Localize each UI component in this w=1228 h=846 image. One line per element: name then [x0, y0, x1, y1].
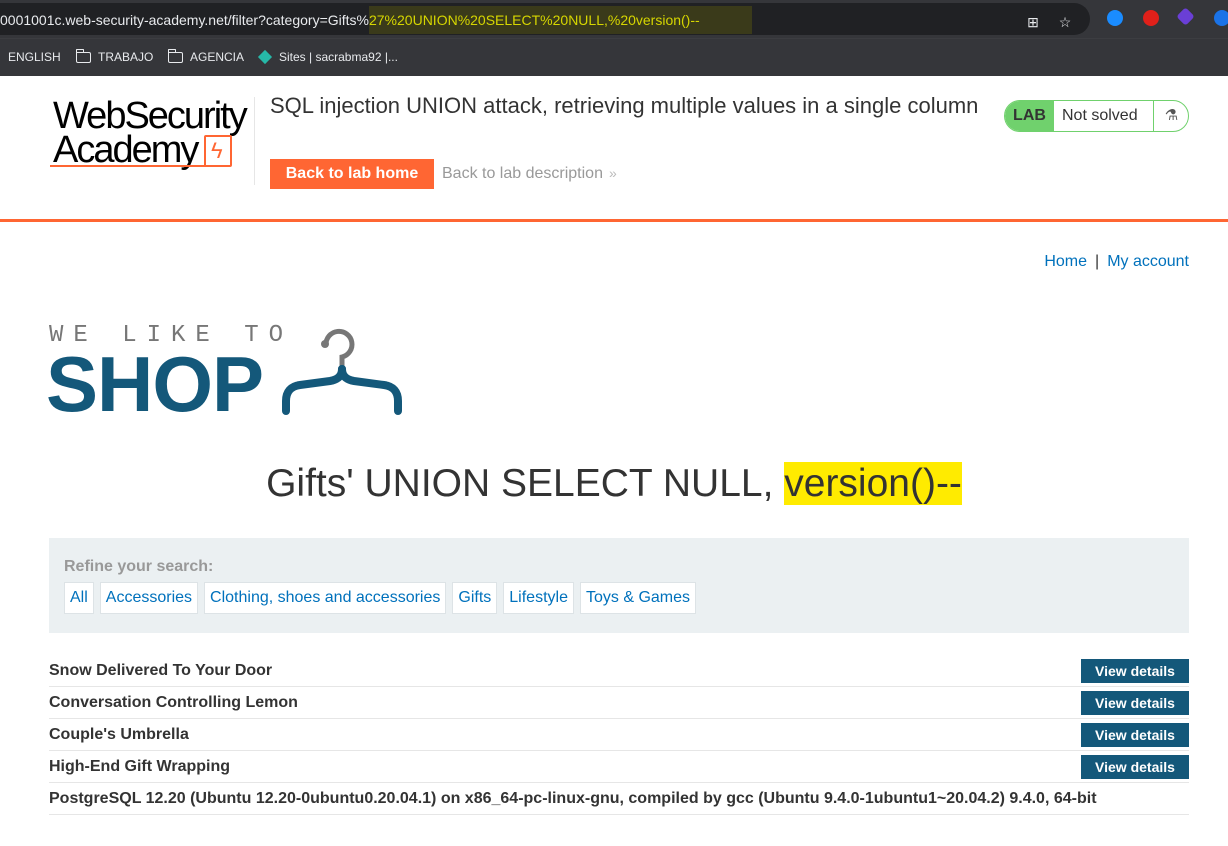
url-text: 0001001c.web-security-academy.net/filter… [0, 6, 752, 34]
extension-zoom-icon[interactable] [1214, 10, 1228, 26]
url-highlighted-payload: 27%20UNION%20SELECT%20NULL,%20version()-… [368, 6, 752, 34]
address-bar[interactable]: 0001001c.web-security-academy.net/filter… [0, 3, 1090, 35]
product-name: Conversation Controlling Lemon [49, 694, 298, 711]
table-row: PostgreSQL 12.20 (Ubuntu 12.20-0ubuntu0.… [49, 783, 1189, 815]
sites-diamond-icon [257, 49, 273, 65]
filter-accessories[interactable]: Accessories [99, 582, 199, 614]
bookmark-english[interactable]: ENGLISH [8, 50, 61, 64]
filter-box: Refine your search: All Accessories Clot… [49, 538, 1189, 633]
table-row: Conversation Controlling Lemon View deta… [49, 687, 1189, 719]
filter-lifestyle[interactable]: Lifestyle [503, 582, 574, 614]
bookmark-trabajo[interactable]: TRABAJO [75, 48, 153, 64]
folder-icon [167, 48, 183, 63]
table-row: High-End Gift Wrapping View details [49, 751, 1189, 783]
my-account-link[interactable]: My account [1107, 253, 1189, 270]
product-table: Snow Delivered To Your Door View details… [49, 655, 1189, 815]
logo-bolt-icon [204, 135, 232, 167]
product-name: Couple's Umbrella [49, 726, 189, 743]
translate-icon[interactable]: ⊞ [1024, 13, 1042, 31]
shop-word: SHOP [46, 340, 264, 428]
category-filters: All Accessories Clothing, shoes and acce… [64, 582, 697, 614]
extension-edge-icon[interactable] [1107, 10, 1123, 26]
bookmark-star-icon[interactable]: ☆ [1056, 13, 1074, 31]
browser-toolbar: 0001001c.web-security-academy.net/filter… [0, 0, 1228, 38]
view-details-button[interactable]: View details [1081, 723, 1189, 747]
folder-icon [75, 48, 91, 63]
filter-all[interactable]: All [64, 582, 94, 614]
table-row: Snow Delivered To Your Door View details [49, 655, 1189, 687]
filter-clothing[interactable]: Clothing, shoes and accessories [204, 582, 447, 614]
extension-hand-icon[interactable] [1143, 10, 1159, 26]
product-name: Snow Delivered To Your Door [49, 662, 273, 679]
extension-diamond-icon[interactable] [1176, 7, 1195, 26]
view-details-button[interactable]: View details [1081, 755, 1189, 779]
view-details-button[interactable]: View details [1081, 659, 1189, 683]
double-chevron-right-icon: » [608, 165, 617, 181]
heading-highlight: version()-- [784, 462, 962, 505]
web-security-academy-logo[interactable]: WebSecurity Academy [50, 97, 255, 169]
top-nav: Home | My account [1044, 253, 1189, 270]
filter-toys-games[interactable]: Toys & Games [579, 582, 697, 614]
flask-icon: ⚗ [1153, 101, 1188, 131]
injected-version-string: PostgreSQL 12.20 (Ubuntu 12.20-0ubuntu0.… [49, 790, 1097, 807]
table-row: Couple's Umbrella View details [49, 719, 1189, 751]
hanger-icon [282, 328, 402, 415]
lab-status-text: Not solved [1062, 107, 1138, 124]
bookmark-agencia[interactable]: AGENCIA [167, 48, 244, 64]
lab-label: LAB [1005, 101, 1054, 131]
bookmarks-bar: ENGLISH TRABAJO AGENCIA Sites | sacrabma… [0, 38, 1228, 76]
lab-status-badge: LAB Not solved ⚗ [1004, 100, 1189, 132]
product-name: High-End Gift Wrapping [49, 758, 231, 775]
filter-gifts[interactable]: Gifts [452, 582, 498, 614]
lab-title: SQL injection UNION attack, retrieving m… [270, 93, 979, 118]
back-to-lab-home-button[interactable]: Back to lab home [270, 159, 434, 189]
view-details-button[interactable]: View details [1081, 691, 1189, 715]
back-to-lab-description-link[interactable]: Back to lab description» [442, 165, 617, 183]
academy-header: WebSecurity Academy SQL injection UNION … [0, 77, 1228, 222]
refine-search-label: Refine your search: [64, 558, 214, 575]
home-link[interactable]: Home [1044, 253, 1087, 270]
header-divider [254, 97, 255, 185]
page-heading: Gifts' UNION SELECT NULL, version()-- [266, 462, 962, 505]
bookmark-sites[interactable]: Sites | sacrabma92 |... [257, 49, 398, 65]
